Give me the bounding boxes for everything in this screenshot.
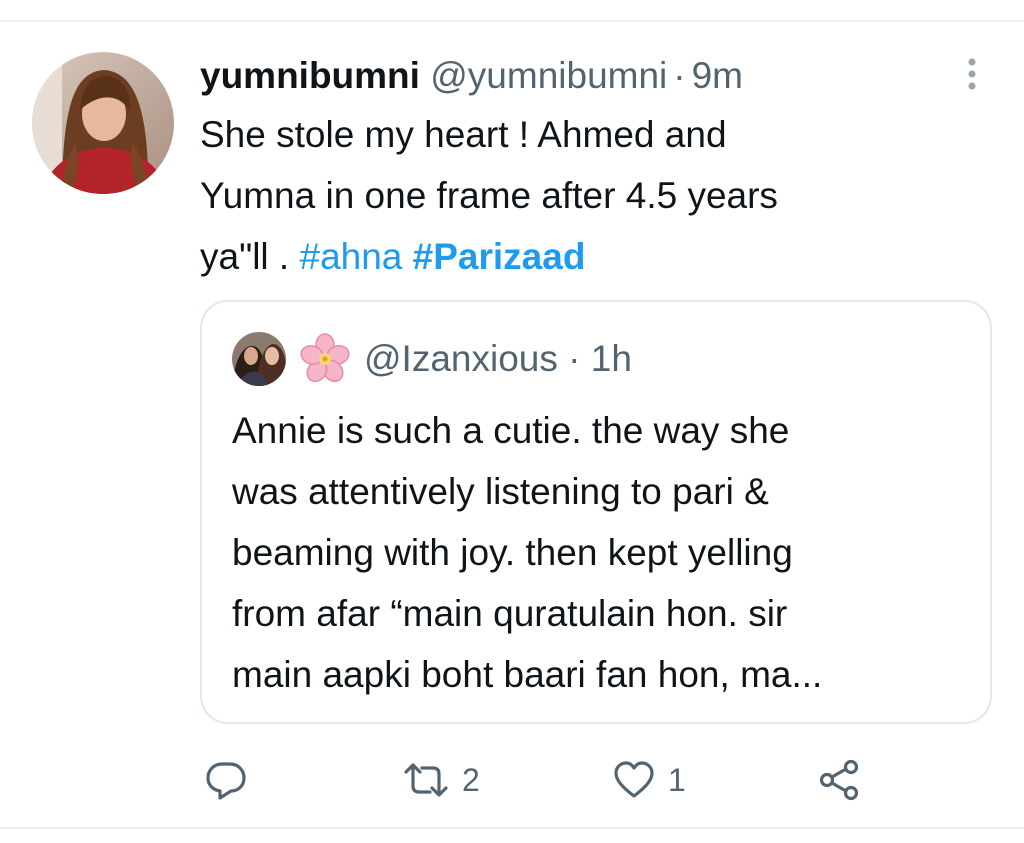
share-button[interactable] (818, 750, 862, 810)
heart-icon (612, 758, 656, 802)
cherry-blossom-icon (298, 332, 352, 386)
quoted-text-line: beaming with joy. then kept yelling (232, 532, 793, 573)
retweet-icon (402, 758, 450, 802)
top-divider (0, 20, 1024, 22)
tweet-text-prefix: ya"ll . (200, 236, 300, 277)
tweet-text-line: She stole my heart ! Ahmed and (200, 114, 727, 155)
quoted-text-line: main aapki boht baari fan hon, ma... (232, 654, 823, 695)
tweet-text-line: Yumna in one frame after 4.5 years (200, 175, 778, 216)
separator-dot: · (673, 55, 686, 96)
quoted-text-line: Annie is such a cutie. the way she (232, 410, 790, 451)
avatar[interactable] (32, 52, 174, 194)
reply-icon (204, 758, 248, 802)
quoted-avatar[interactable] (232, 332, 286, 386)
tweet[interactable]: yumnibumni @yumnibumni · 9m She stole my h… (0, 0, 1024, 843)
more-options-icon[interactable] (958, 56, 986, 92)
reply-button[interactable] (204, 750, 248, 810)
quoted-text-line: was attentively listening to pari & (232, 471, 769, 512)
like-button[interactable]: 1 (612, 750, 686, 810)
action-bar: 2 1 (0, 750, 1024, 810)
bottom-divider (0, 827, 1024, 829)
quoted-text-line: from afar “main quratulain hon. sir (232, 593, 788, 634)
timestamp[interactable]: 9m (692, 55, 743, 96)
separator-dot: · (568, 338, 581, 379)
tweet-header: yumnibumni @yumnibumni · 9m (200, 54, 743, 98)
quoted-header: @Izanxious · 1h (364, 336, 632, 382)
quoted-timestamp[interactable]: 1h (591, 338, 632, 379)
retweet-count: 2 (462, 761, 480, 798)
tweet-text-line-last: ya"ll . #ahna #Parizaad (200, 226, 960, 287)
quoted-tweet[interactable]: @Izanxious · 1h Annie is such a cutie. t… (200, 300, 992, 724)
tweet-text: She stole my heart ! Ahmed and Yumna in … (200, 104, 960, 287)
user-handle[interactable]: @yumnibumni (430, 55, 667, 96)
display-name[interactable]: yumnibumni (200, 55, 420, 96)
quoted-text: Annie is such a cutie. the way she was a… (232, 400, 972, 705)
hashtag-link[interactable]: #ahna (300, 236, 403, 277)
quoted-handle[interactable]: @Izanxious (364, 338, 558, 379)
retweet-button[interactable]: 2 (402, 750, 480, 810)
like-count: 1 (668, 761, 686, 798)
share-icon (818, 758, 862, 802)
hashtag-link[interactable]: #Parizaad (413, 236, 586, 277)
